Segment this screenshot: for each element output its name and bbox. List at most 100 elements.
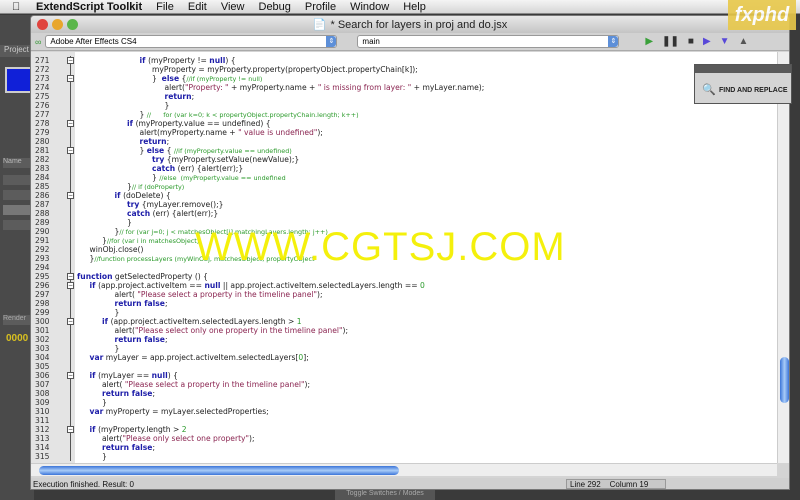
- code-line[interactable]: 274 alert("Property: " + myProperty.name …: [31, 83, 777, 92]
- code-token: (err) {alert(err);}: [175, 164, 244, 173]
- code-line[interactable]: 313 alert("Please only select one propert…: [31, 434, 777, 443]
- code-line[interactable]: 284} //else (myProperty.value == undefin…: [31, 173, 777, 182]
- code-line[interactable]: 296 − if (app.project.activeItem == null |…: [31, 281, 777, 290]
- code-token: }: [127, 218, 132, 227]
- stop-icon[interactable]: ■: [688, 36, 694, 47]
- vertical-scroll-thumb[interactable]: [780, 357, 789, 403]
- toggle-switches-modes[interactable]: Toggle Switches / Modes: [335, 490, 435, 500]
- pause-icon[interactable]: ❚❚: [662, 36, 679, 47]
- fold-toggle-icon[interactable]: −: [67, 426, 74, 433]
- vertical-scrollbar[interactable]: [777, 52, 789, 463]
- line-number: 275: [35, 92, 50, 101]
- render-queue-tab[interactable]: Render: [3, 315, 33, 325]
- step-out-icon[interactable]: ▲: [739, 36, 749, 47]
- zoom-button[interactable]: [67, 19, 78, 30]
- code-line[interactable]: 281 −} else { //if (myProperty.value == u…: [31, 146, 777, 155]
- comment-token: // if (doProperty): [131, 183, 185, 191]
- keyword-token: null: [209, 56, 226, 65]
- code-line[interactable]: 273−} else {//if (myProperty != null): [31, 74, 777, 83]
- code-text: function getSelectedProperty () {: [77, 272, 208, 281]
- fold-toggle-icon[interactable]: −: [67, 192, 74, 199]
- step-into-icon[interactable]: ▼: [720, 36, 730, 47]
- code-line[interactable]: 277} // for (var k=0; k < propertyObject…: [31, 110, 777, 119]
- project-item[interactable]: [3, 175, 33, 185]
- menu-edit[interactable]: Edit: [188, 1, 207, 13]
- code-line[interactable]: 307 alert( "Please select a property in t…: [31, 380, 777, 389]
- fold-guide: [70, 227, 71, 236]
- code-line[interactable]: 301 alert("Please select only one propert…: [31, 326, 777, 335]
- project-item[interactable]: [3, 190, 33, 200]
- find-and-replace-panel[interactable]: 🔍 FIND AND REPLACE: [694, 64, 792, 104]
- code-line[interactable]: 309}: [31, 398, 777, 407]
- apple-icon[interactable]: : [12, 1, 26, 13]
- code-line[interactable]: 288 catch (err) {alert(err);}: [31, 209, 777, 218]
- project-tab[interactable]: Project: [0, 45, 34, 57]
- code-line[interactable]: 297 alert( "Please select a property in t…: [31, 290, 777, 299]
- code-line[interactable]: 271 − if (myProperty != null) {: [31, 56, 777, 65]
- keyword-token: if: [114, 191, 124, 200]
- fold-toggle-icon[interactable]: −: [67, 273, 74, 280]
- code-line[interactable]: 276}: [31, 101, 777, 110]
- run-icon[interactable]: ▶: [645, 36, 653, 47]
- code-line[interactable]: 305: [31, 362, 777, 371]
- project-item[interactable]: [3, 220, 33, 230]
- function-select[interactable]: main ⇕: [357, 35, 620, 48]
- code-token: + myLayer.name);: [411, 83, 485, 92]
- link-icon[interactable]: ∞: [35, 37, 41, 47]
- fold-guide: [70, 263, 71, 272]
- fold-toggle-icon[interactable]: −: [67, 120, 74, 127]
- code-line[interactable]: 286 − if (doDelete) {: [31, 191, 777, 200]
- code-token: winObj.close(): [89, 245, 144, 254]
- code-line[interactable]: 315}: [31, 452, 777, 461]
- code-line[interactable]: 304 var myLayer = app.project.activeItem.…: [31, 353, 777, 362]
- code-line[interactable]: 311: [31, 416, 777, 425]
- code-line[interactable]: 275 return;: [31, 92, 777, 101]
- comment-token: //if (myProperty != null): [186, 75, 263, 83]
- code-line[interactable]: 272 myProperty = myProperty.property(prop…: [31, 65, 777, 74]
- code-line[interactable]: 299}: [31, 308, 777, 317]
- target-app-select[interactable]: Adobe After Effects CS4 ⇕: [45, 35, 338, 48]
- code-line[interactable]: 285}// if (doProperty): [31, 182, 777, 191]
- code-line[interactable]: 302 return false;: [31, 335, 777, 344]
- code-line[interactable]: 282 try {myProperty.setValue(newValue);}: [31, 155, 777, 164]
- menu-app-name[interactable]: ExtendScript Toolkit: [36, 1, 142, 13]
- code-line[interactable]: 278 − if (myProperty.value == undefined) {: [31, 119, 777, 128]
- project-thumbnail: [5, 67, 33, 93]
- menu-window[interactable]: Window: [350, 1, 389, 13]
- code-line[interactable]: 303}: [31, 344, 777, 353]
- horizontal-scrollbar[interactable]: [31, 463, 777, 476]
- code-line[interactable]: 310 var myProperty = myLayer.selectedProp…: [31, 407, 777, 416]
- project-item[interactable]: [3, 205, 33, 215]
- fold-toggle-icon[interactable]: −: [67, 282, 74, 289]
- fold-guide: [70, 344, 71, 353]
- fold-toggle-icon[interactable]: −: [67, 147, 74, 154]
- keyword-token: return: [164, 92, 192, 101]
- close-button[interactable]: [37, 19, 48, 30]
- code-line[interactable]: 279 alert(myProperty.name + " value is un…: [31, 128, 777, 137]
- code-text: alert( "Please select a property in the …: [115, 290, 323, 299]
- code-line[interactable]: 295 − function getSelectedProperty () {: [31, 272, 777, 281]
- menu-profile[interactable]: Profile: [305, 1, 336, 13]
- code-line[interactable]: 312 − if (myProperty.length > 2: [31, 425, 777, 434]
- code-line[interactable]: 314 return false;: [31, 443, 777, 452]
- code-line[interactable]: 308 return false;: [31, 389, 777, 398]
- code-line[interactable]: 283 catch (err) {alert(err);}: [31, 164, 777, 173]
- code-line[interactable]: 306 − if (myLayer == null) {: [31, 371, 777, 380]
- code-line[interactable]: 300 − if (app.project.activeItem.selectedL…: [31, 317, 777, 326]
- menu-help[interactable]: Help: [403, 1, 426, 13]
- keyword-token: var: [89, 407, 104, 416]
- step-over-icon[interactable]: ▶: [703, 36, 711, 47]
- menu-view[interactable]: View: [221, 1, 245, 13]
- fold-guide: [70, 164, 71, 173]
- fold-toggle-icon[interactable]: −: [67, 372, 74, 379]
- menu-file[interactable]: File: [156, 1, 174, 13]
- fold-toggle-icon[interactable]: −: [67, 57, 74, 64]
- fold-toggle-icon[interactable]: −: [67, 75, 74, 82]
- code-line[interactable]: 280 return;: [31, 137, 777, 146]
- minimize-button[interactable]: [52, 19, 63, 30]
- code-line[interactable]: 287 try {myLayer.remove();}: [31, 200, 777, 209]
- menu-debug[interactable]: Debug: [259, 1, 291, 13]
- horizontal-scroll-thumb[interactable]: [39, 466, 399, 475]
- fold-toggle-icon[interactable]: −: [67, 318, 74, 325]
- code-line[interactable]: 298 return false;: [31, 299, 777, 308]
